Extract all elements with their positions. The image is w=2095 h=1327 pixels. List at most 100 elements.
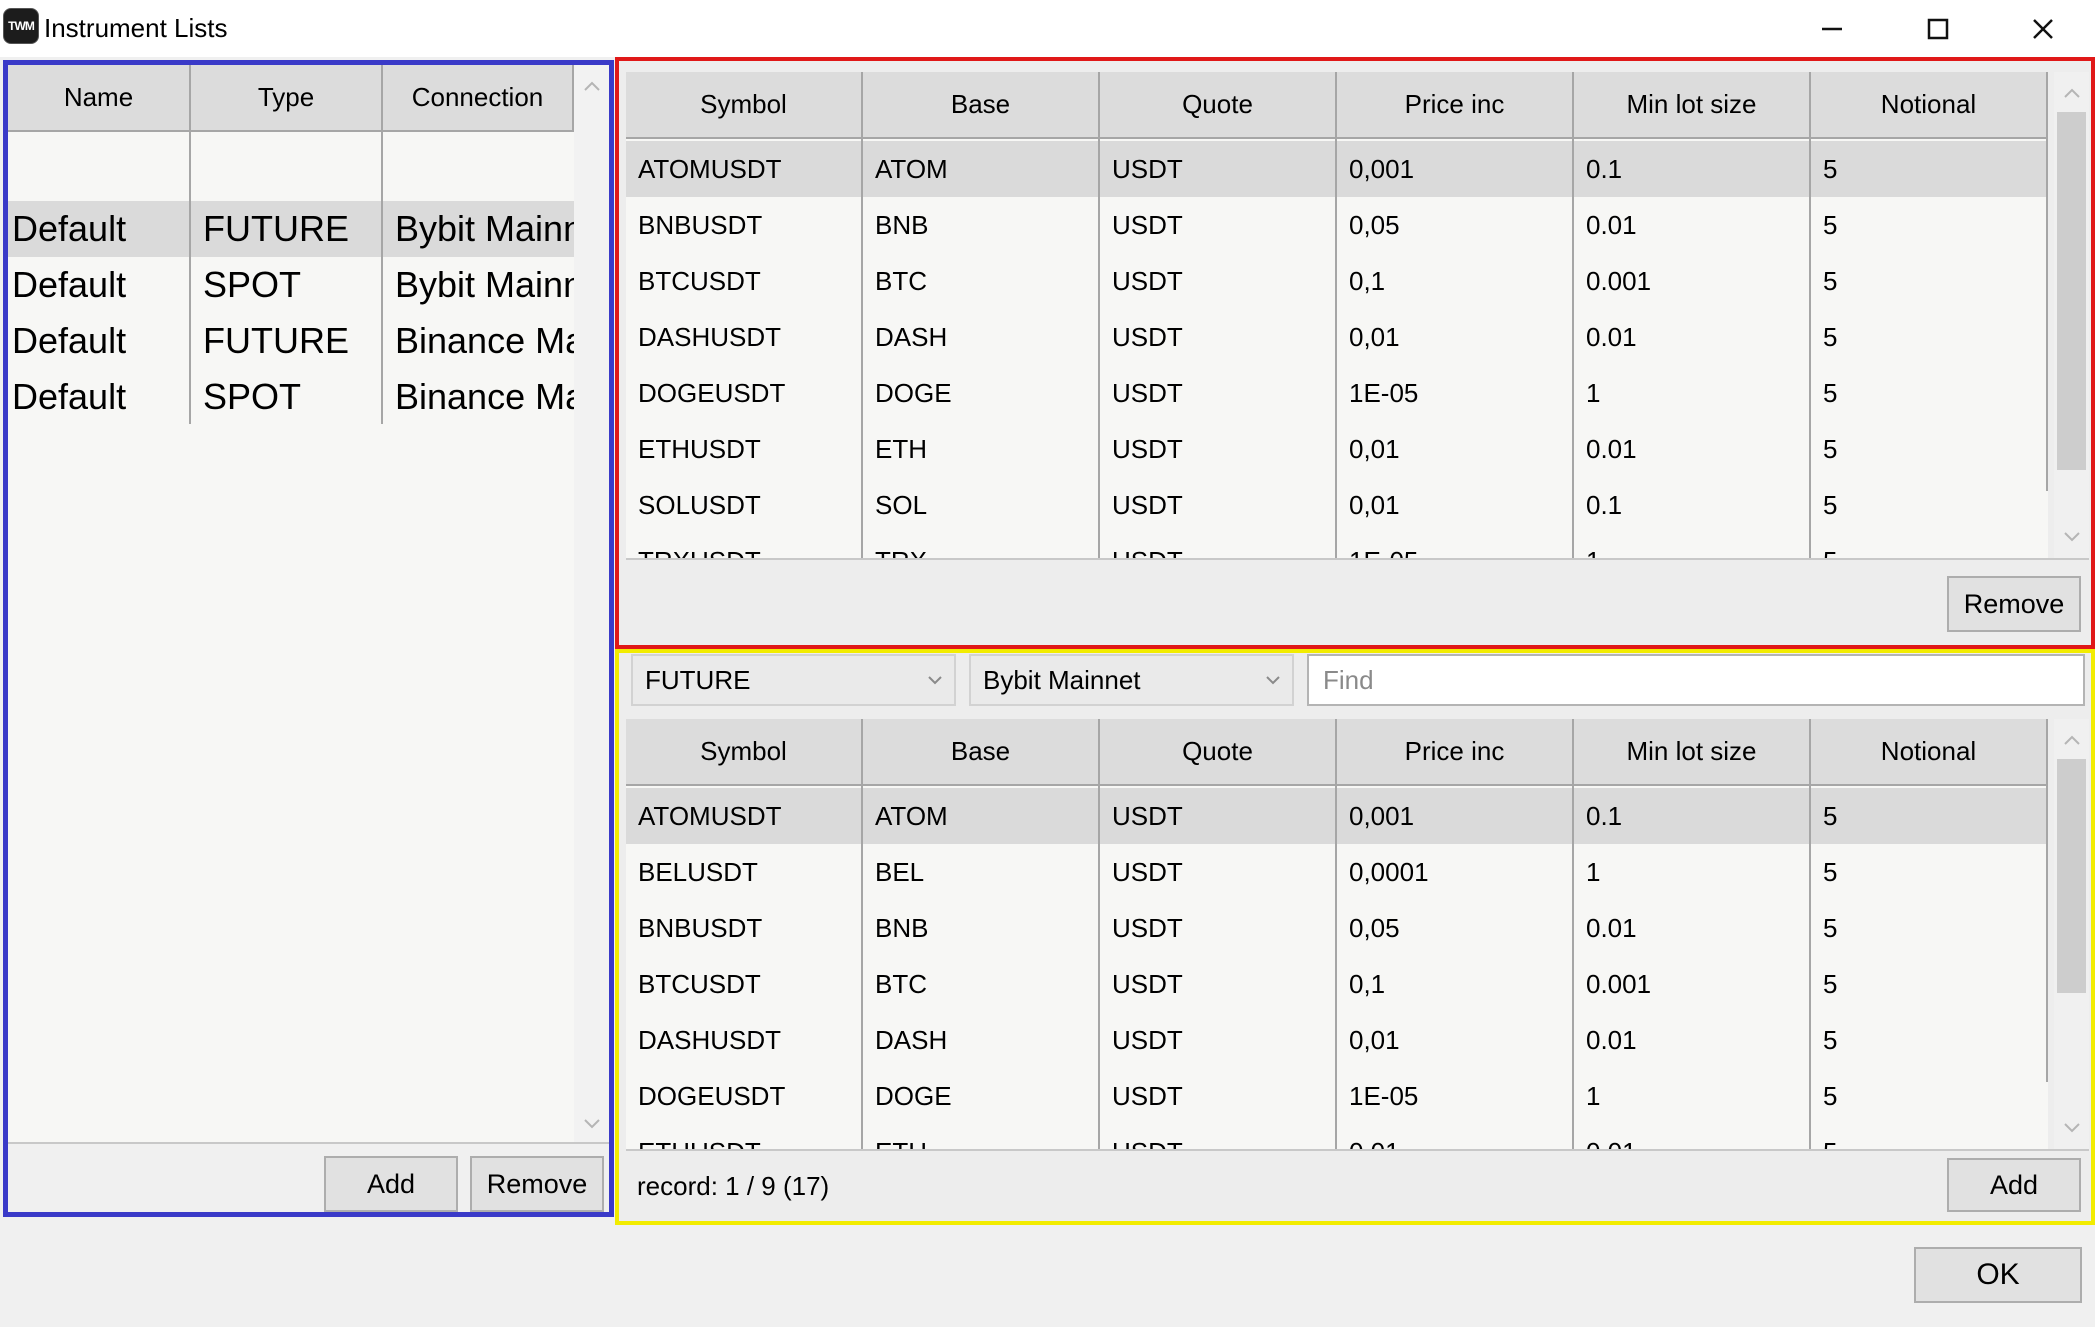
maximize-icon [1927, 18, 1949, 39]
divider [8, 1142, 609, 1144]
scroll-down-icon[interactable] [2054, 1113, 2089, 1143]
type-filter-select[interactable]: FUTURE [631, 654, 956, 706]
cell-symbol: SOLUSDT [638, 490, 761, 520]
cell-quote: USDT [1112, 210, 1183, 240]
column-header-quote[interactable]: Quote [1100, 719, 1337, 786]
column-header-price-inc[interactable]: Price inc [1337, 719, 1574, 786]
cell-symbol: DOGEUSDT [638, 1081, 786, 1111]
column-divider [189, 132, 191, 424]
chevron-down-icon [926, 656, 944, 704]
maximize-button[interactable] [1886, 0, 1990, 57]
selected-scrollbar[interactable] [2054, 72, 2089, 558]
table-row[interactable]: DASHUSDT DASH USDT 0,01 0.01 5 [626, 1012, 2048, 1068]
connection-filter-select[interactable]: Bybit Mainnet [969, 654, 1294, 706]
cell-quote: USDT [1112, 969, 1183, 999]
table-row[interactable]: BNBUSDT BNB USDT 0,05 0.01 5 [626, 900, 2048, 956]
table-row[interactable]: ATOMUSDT ATOM USDT 0,001 0.1 5 [626, 141, 2048, 197]
scroll-up-icon[interactable] [2054, 725, 2089, 755]
cell-symbol: ETHUSDT [626, 1124, 863, 1149]
table-row[interactable]: TRXUSDTTRXUSDT1E-0515 [626, 533, 2048, 558]
window-title: Instrument Lists [44, 13, 228, 43]
cell-quote: USDT [1112, 434, 1183, 464]
column-divider [1809, 139, 1811, 558]
remove-instrument-button[interactable]: Remove [1947, 576, 2081, 632]
scroll-down-icon[interactable] [2054, 522, 2089, 552]
column-header-notional[interactable]: Notional [1811, 719, 2048, 786]
column-header-quote[interactable]: Quote [1100, 72, 1337, 139]
cell-symbol: BTCUSDT [638, 969, 761, 999]
table-row[interactable]: ATOMUSDT ATOM USDT 0,001 0.1 5 [626, 788, 2048, 844]
scroll-down-icon[interactable] [574, 1109, 609, 1139]
connection-filter-value: Bybit Mainnet [983, 665, 1141, 695]
scrollbar-thumb[interactable] [2057, 112, 2086, 470]
table-row[interactable]: DOGEUSDT DOGE USDT 1E-05 1 5 [626, 1068, 2048, 1124]
table-row[interactable]: SOLUSDT SOL USDT 0,01 0.1 5 [626, 477, 2048, 533]
cell-min-lot-size: 0.01 [1586, 1025, 1637, 1055]
cell-symbol: BTCUSDT [638, 266, 761, 296]
cell-base: DOGE [875, 1081, 952, 1111]
table-row[interactable]: BTCUSDT BTC USDT 0,1 0.001 5 [626, 956, 2048, 1012]
cell-price-inc: 1E-05 [1349, 378, 1419, 408]
cell-symbol: ATOMUSDT [638, 801, 782, 831]
lists-scrollbar[interactable] [574, 65, 609, 1142]
column-header-symbol[interactable]: Symbol [626, 72, 863, 139]
scrollbar-thumb[interactable] [2057, 759, 2086, 993]
column-divider [2046, 72, 2048, 491]
cell-base: BEL [875, 857, 925, 887]
cell-notional: 5 [1823, 266, 1838, 296]
table-row[interactable]: Default SPOT Bybit Mainnet [8, 257, 574, 313]
available-scrollbar[interactable] [2054, 719, 2089, 1149]
cell-min-lot-size: 0.1 [1586, 154, 1623, 184]
cell-quote: USDT [1112, 857, 1183, 887]
cell-price-inc: 0,01 [1337, 1124, 1574, 1149]
scroll-up-icon[interactable] [2054, 78, 2089, 108]
table-row[interactable]: ETHUSDTETHUSDT0,010.015 [626, 1124, 2048, 1149]
column-divider [1572, 139, 1574, 558]
scroll-up-icon[interactable] [574, 71, 609, 101]
cell-base: ETH [863, 1124, 1100, 1149]
column-header-price-inc[interactable]: Price inc [1337, 72, 1574, 139]
column-header-base[interactable]: Base [863, 72, 1100, 139]
table-row[interactable]: BELUSDT BEL USDT 0,0001 1 5 [626, 844, 2048, 900]
cell-symbol: BNBUSDT [638, 210, 763, 240]
column-header-type[interactable]: Type [191, 65, 383, 132]
column-header-symbol[interactable]: Symbol [626, 719, 863, 786]
cell-notional: 5 [1823, 857, 1838, 887]
column-header-min-lot-size[interactable]: Min lot size [1574, 719, 1811, 786]
table-row[interactable]: Default SPOT Binance Mainnet [8, 369, 574, 425]
column-divider [1809, 786, 1811, 1149]
column-header-connection[interactable]: Connection [383, 65, 574, 132]
column-divider [2046, 719, 2048, 1082]
cell-notional: 5 [1823, 378, 1838, 408]
cell-symbol: ATOMUSDT [638, 154, 782, 184]
cell-base: BNB [875, 210, 929, 240]
cell-quote: USDT [1112, 1025, 1183, 1055]
cell-type: SPOT [203, 376, 302, 417]
table-row[interactable]: BTCUSDT BTC USDT 0,1 0.001 5 [626, 253, 2048, 309]
find-input[interactable] [1307, 654, 2085, 706]
column-header-min-lot-size[interactable]: Min lot size [1574, 72, 1811, 139]
table-row[interactable]: DASHUSDT DASH USDT 0,01 0.01 5 [626, 309, 2048, 365]
table-row[interactable]: Default FUTURE Binance Mainnet [8, 313, 574, 369]
add-list-button[interactable]: Add [324, 1156, 458, 1212]
cell-min-lot-size: 0.01 [1574, 1124, 1811, 1149]
table-row[interactable]: ETHUSDTETHUSDT0,010.015 [626, 421, 2048, 477]
remove-list-button[interactable]: Remove [470, 1156, 604, 1212]
cell-name: Default [12, 376, 127, 417]
ok-button[interactable]: OK [1914, 1247, 2082, 1303]
table-row[interactable]: Default FUTURE Bybit Mainnet [8, 201, 574, 257]
column-header-notional[interactable]: Notional [1811, 72, 2048, 139]
cell-min-lot-size: 0.01 [1586, 913, 1637, 943]
column-header-name[interactable]: Name [8, 65, 191, 132]
cell-base: BTC [875, 266, 927, 296]
column-divider [1335, 786, 1337, 1149]
table-row[interactable]: BNBUSDT BNB USDT 0,05 0.01 5 [626, 197, 2048, 253]
column-divider [1098, 139, 1100, 558]
cell-type: FUTURE [203, 208, 349, 249]
table-row[interactable]: DOGEUSDT DOGE USDT 1E-05 1 5 [626, 365, 2048, 421]
add-instrument-button[interactable]: Add [1947, 1158, 2081, 1212]
column-header-base[interactable]: Base [863, 719, 1100, 786]
close-button[interactable] [1991, 0, 2095, 57]
minimize-button[interactable] [1780, 0, 1884, 57]
cell-quote: USDT [1112, 1081, 1183, 1111]
